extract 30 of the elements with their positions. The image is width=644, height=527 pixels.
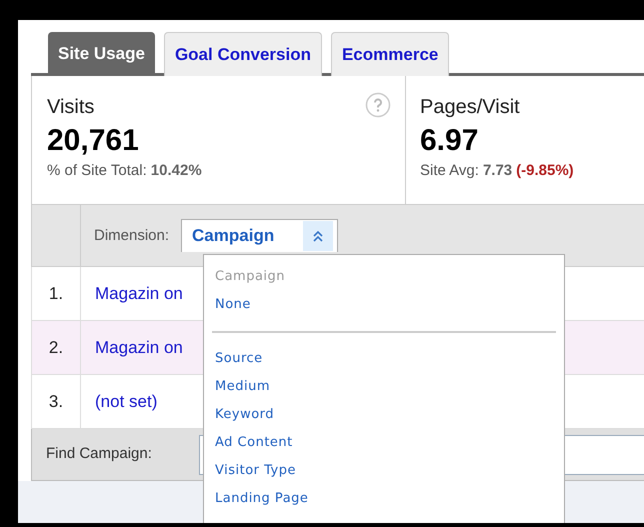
- menu-item[interactable]: Visitor Type: [212, 457, 299, 485]
- row-number: 3.: [32, 375, 81, 428]
- find-label: Find Campaign:: [46, 444, 153, 464]
- menu-item[interactable]: Medium: [212, 373, 273, 401]
- row-number: 1.: [32, 267, 81, 320]
- row-number: 2.: [32, 321, 81, 374]
- metric-label: Pages/Visit: [420, 95, 520, 120]
- metric-note-value: 10.42%: [150, 161, 202, 181]
- menu-item[interactable]: Ad Content: [212, 429, 296, 457]
- menu-item[interactable]: Landing Page: [212, 485, 312, 513]
- campaign-link[interactable]: Magazin on: [95, 280, 183, 306]
- menu-item[interactable]: None: [212, 291, 254, 319]
- menu-item[interactable]: Source: [212, 345, 266, 373]
- menu-item[interactable]: Keyword: [212, 401, 278, 429]
- metric-value: 20,761: [47, 123, 140, 159]
- tab[interactable]: Site Usage: [48, 32, 155, 76]
- campaign-link[interactable]: Magazin on: [95, 334, 183, 360]
- tab[interactable]: Goal Conversion: [164, 32, 322, 76]
- campaign-link[interactable]: (not set): [95, 388, 158, 414]
- metric-change: (-9.85%): [516, 161, 574, 181]
- metric-note-value: 7.73: [482, 161, 512, 181]
- metric-note-label: % of Site Total:: [47, 161, 147, 181]
- metric-label: Visits: [47, 95, 94, 120]
- menu-heading: Campaign: [214, 268, 286, 286]
- dimension-label: Dimension:: [94, 226, 170, 246]
- metric-note-label: Site Avg:: [420, 161, 479, 181]
- tab[interactable]: Ecommerce: [330, 32, 450, 76]
- help-icon[interactable]: [365, 92, 391, 118]
- dimension-dropdown[interactable]: Campaign: [181, 219, 338, 252]
- metric-value: 6.97: [420, 123, 480, 159]
